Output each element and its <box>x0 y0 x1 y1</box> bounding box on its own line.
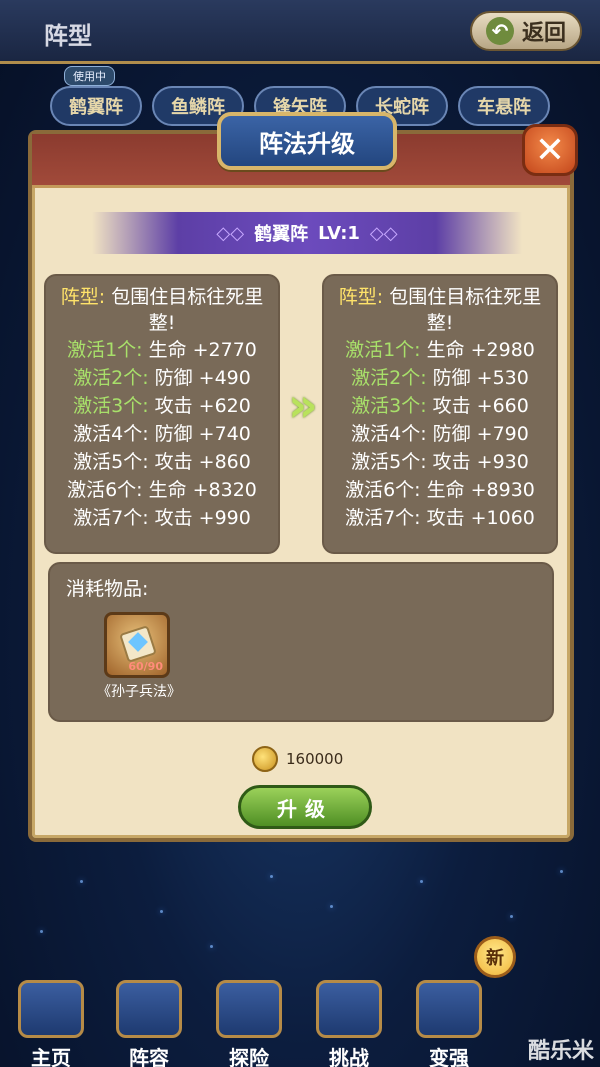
current-stat-row: 激活2个: 防御 +490 <box>56 364 268 392</box>
stat-label: 激活2个: <box>73 367 149 389</box>
current-stat-row: 激活7个: 攻击 +990 <box>56 504 268 532</box>
nav-label: 挑战 <box>329 1046 369 1067</box>
fist-icon <box>316 980 382 1038</box>
current-stat-row: 激活3个: 攻击 +620 <box>56 392 268 420</box>
nav-label: 探险 <box>229 1046 269 1067</box>
next-stats-panel: 阵型: 包围住目标往死里整! 激活1个: 生命 +2980 激活2个: 防御 +53… <box>322 274 558 554</box>
stat-label: 激活1个: <box>67 339 143 361</box>
next-stat-row: 激活5个: 攻击 +930 <box>334 448 546 476</box>
new-badge: 新 <box>474 936 516 978</box>
modal-title: 阵法升级 <box>217 112 397 170</box>
book-icon <box>416 980 482 1038</box>
page-title: 阵型 <box>44 22 92 50</box>
back-button[interactable]: ↶ 返回 <box>470 11 582 51</box>
formation-tab-5[interactable]: 车悬阵 <box>458 86 550 126</box>
current-desc: 阵型: 包围住目标往死里整! <box>56 284 268 336</box>
current-stats-panel: 阵型: 包围住目标往死里整! 激活1个: 生命 +2770 激活2个: 防御 +49… <box>44 274 280 554</box>
formation-tab-1[interactable]: 鹤翼阵 <box>50 86 142 126</box>
next-stat-row: 激活3个: 攻击 +660 <box>334 392 546 420</box>
nav-home[interactable]: 主页 <box>6 980 96 1067</box>
nav-label: 变强 <box>429 1046 469 1067</box>
stat-label: 激活4个: <box>73 423 149 445</box>
nav-label: 阵容 <box>129 1046 169 1067</box>
portal-icon <box>216 980 282 1038</box>
stat-label: 激活6个: <box>67 479 143 501</box>
right-deco-icon: ◇◇ <box>369 222 398 244</box>
next-stat-row: 激活6个: 生命 +8930 <box>334 476 546 504</box>
gold-cost: 160000 <box>252 746 343 772</box>
close-icon: ✕ <box>534 129 566 171</box>
gold-amount: 160000 <box>286 750 344 768</box>
item-name: 《孙子兵法》 <box>97 684 181 700</box>
stat-value: 攻击 +860 <box>154 451 251 473</box>
stat-label: 激活1个: <box>345 339 421 361</box>
cost-label: 消耗物品: <box>66 578 149 600</box>
top-bar: 阵型 ↶ 返回 <box>0 0 600 64</box>
next-stat-row: 激活1个: 生命 +2980 <box>334 336 546 364</box>
figure-icon <box>116 980 182 1038</box>
next-stat-row: 激活7个: 攻击 +1060 <box>334 504 546 532</box>
stat-value: 攻击 +930 <box>432 451 529 473</box>
left-deco-icon: ◇◇ <box>216 222 245 244</box>
back-arrow-icon: ↶ <box>485 17 514 45</box>
stat-label: 激活3个: <box>73 395 149 417</box>
close-button[interactable]: ✕ <box>522 124 578 176</box>
stat-label: 激活2个: <box>351 367 427 389</box>
next-desc: 阵型: 包围住目标往死里整! <box>334 284 546 336</box>
next-arrow-icon: » <box>288 378 318 432</box>
stat-value: 防御 +790 <box>432 423 529 445</box>
stat-value: 攻击 +620 <box>154 395 251 417</box>
cost-panel: 消耗物品: 60/90 《孙子兵法》 <box>48 562 554 722</box>
nav-challenge[interactable]: 挑战 <box>304 980 394 1067</box>
current-desc-text: 包围住目标往死里整! <box>111 286 264 334</box>
stat-value: 攻击 +660 <box>432 395 529 417</box>
nav-explore[interactable]: 探险 <box>204 980 294 1067</box>
formation-banner: ◇◇ 鹤翼阵 LV:1 ◇◇ <box>92 212 522 254</box>
nav-strengthen[interactable]: 变强 <box>404 980 494 1067</box>
next-stat-row: 激活4个: 防御 +790 <box>334 420 546 448</box>
stat-value: 生命 +2770 <box>148 339 257 361</box>
current-stat-row: 激活5个: 攻击 +860 <box>56 448 268 476</box>
current-desc-key: 阵型: <box>60 286 106 308</box>
crystal-icon <box>18 980 84 1038</box>
next-stat-row: 激活2个: 防御 +530 <box>334 364 546 392</box>
stat-label: 激活7个: <box>345 507 421 529</box>
stat-label: 激活4个: <box>351 423 427 445</box>
next-desc-text: 包围住目标往死里整! <box>389 286 542 334</box>
coin-icon <box>252 746 278 772</box>
bottom-nav: 主页 阵容 探险 挑战 变强 <box>0 960 600 1067</box>
nav-lineup[interactable]: 阵容 <box>104 980 194 1067</box>
back-label: 返回 <box>521 21 566 46</box>
stat-label: 激活7个: <box>73 507 149 529</box>
stat-value: 防御 +530 <box>432 367 529 389</box>
item-card[interactable]: 60/90 <box>104 612 170 678</box>
stat-value: 生命 +8320 <box>148 479 257 501</box>
formation-level: LV:1 <box>318 222 360 244</box>
current-stat-row: 激活1个: 生命 +2770 <box>56 336 268 364</box>
current-stat-row: 激活6个: 生命 +8320 <box>56 476 268 504</box>
stat-value: 生命 +8930 <box>426 479 535 501</box>
nav-label: 主页 <box>31 1046 71 1067</box>
watermark: 酷乐米 <box>527 1039 594 1064</box>
stat-label: 激活6个: <box>345 479 421 501</box>
stat-value: 防御 +740 <box>154 423 251 445</box>
stat-label: 激活3个: <box>351 395 427 417</box>
in-use-badge: 使用中 <box>64 66 115 86</box>
stat-label: 激活5个: <box>351 451 427 473</box>
upgrade-modal: 阵法升级 ✕ ◇◇ 鹤翼阵 LV:1 ◇◇ 阵型: 包围住目标往死里整! 激活1… <box>28 112 578 842</box>
item-count: 60/90 <box>128 660 163 673</box>
next-desc-key: 阵型: <box>338 286 384 308</box>
formation-name: 鹤翼阵 <box>254 224 309 245</box>
current-stat-row: 激活4个: 防御 +740 <box>56 420 268 448</box>
stat-value: 攻击 +990 <box>154 507 251 529</box>
stat-value: 生命 +2980 <box>426 339 535 361</box>
stat-value: 防御 +490 <box>154 367 251 389</box>
stat-value: 攻击 +1060 <box>426 507 535 529</box>
stat-label: 激活5个: <box>73 451 149 473</box>
upgrade-button[interactable]: 升级 <box>238 785 372 829</box>
